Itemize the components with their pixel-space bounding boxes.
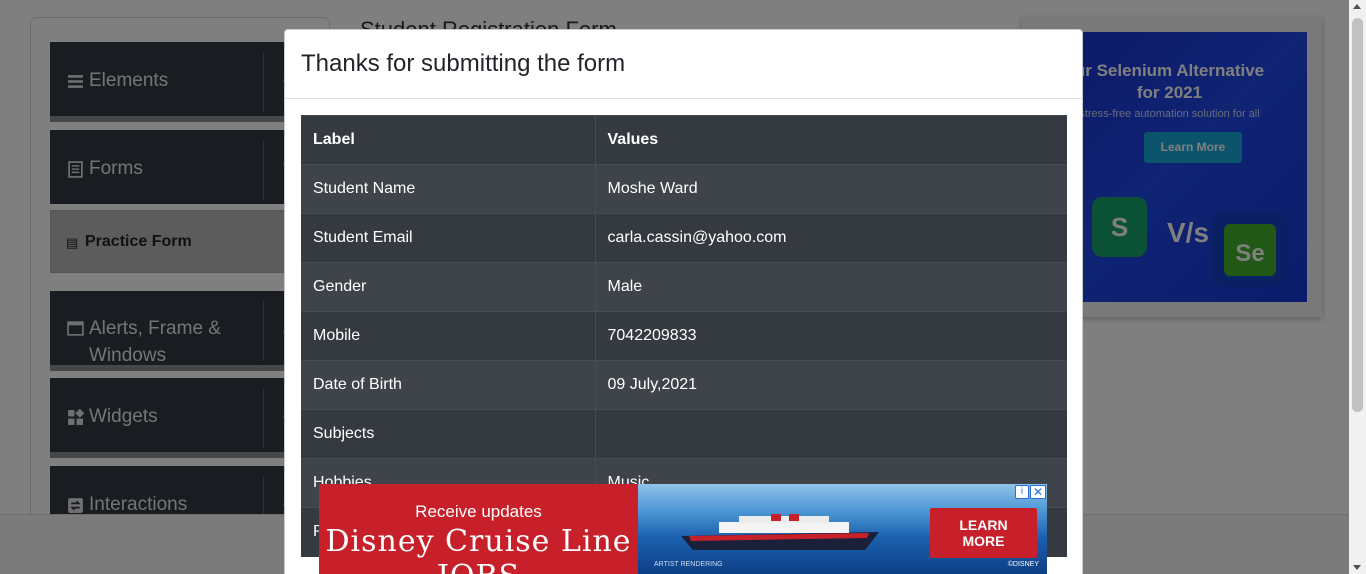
row-value: [595, 409, 1067, 459]
ad-line1: Receive updates: [415, 502, 542, 521]
row-label: Student Name: [301, 164, 596, 214]
modal-header: Thanks for submitting the form: [285, 30, 1082, 99]
table-row: Student Email carla.cassin@yahoo.com: [301, 213, 1067, 263]
row-label: Date of Birth: [301, 360, 596, 410]
table-row: Gender Male: [301, 262, 1067, 312]
adchoices-icon[interactable]: i: [1015, 485, 1029, 499]
row-label: Subjects: [301, 409, 596, 459]
table-row: Subjects: [301, 409, 1067, 459]
ad-text-panel: Receive updates Disney Cruise Line JOBS: [319, 484, 638, 574]
table-row: Date of Birth 09 July,2021: [301, 360, 1067, 410]
disney-ad[interactable]: Receive updates Disney Cruise Line JOBS …: [319, 484, 1047, 574]
ad-caption: ARTIST RENDERING: [654, 561, 723, 568]
column-header-values: Values: [595, 115, 1067, 165]
row-value: carla.cassin@yahoo.com: [595, 213, 1067, 263]
modal-title: Thanks for submitting the form: [301, 50, 626, 77]
table-header-row: Label Values: [301, 115, 1067, 165]
scrollbar-thumb[interactable]: [1352, 18, 1363, 412]
button-line: LEARN: [959, 517, 1008, 533]
scroll-up-icon[interactable]: [1353, 4, 1361, 9]
table-row: Mobile 7042209833: [301, 311, 1067, 361]
row-label: Mobile: [301, 311, 596, 361]
row-value: Moshe Ward: [595, 164, 1067, 214]
ad-copyright: ©DISNEY: [1007, 561, 1039, 568]
row-value: Male: [595, 262, 1067, 312]
row-value: 09 July,2021: [595, 360, 1067, 410]
column-header-label: Label: [301, 115, 596, 165]
row-value: 7042209833: [595, 311, 1067, 361]
row-label: Gender: [301, 262, 596, 312]
table-row: Student Name Moshe Ward: [301, 164, 1067, 214]
row-label: Student Email: [301, 213, 596, 263]
ship-icon: [681, 514, 879, 550]
scrollbar[interactable]: [1349, 0, 1366, 574]
button-line: MORE: [962, 533, 1005, 549]
learn-more-button[interactable]: LEARN MORE: [930, 508, 1037, 558]
ad-line2: Disney Cruise Line JOBS: [325, 524, 632, 574]
scroll-down-icon[interactable]: [1353, 565, 1361, 570]
close-icon[interactable]: ✕: [1030, 485, 1046, 499]
